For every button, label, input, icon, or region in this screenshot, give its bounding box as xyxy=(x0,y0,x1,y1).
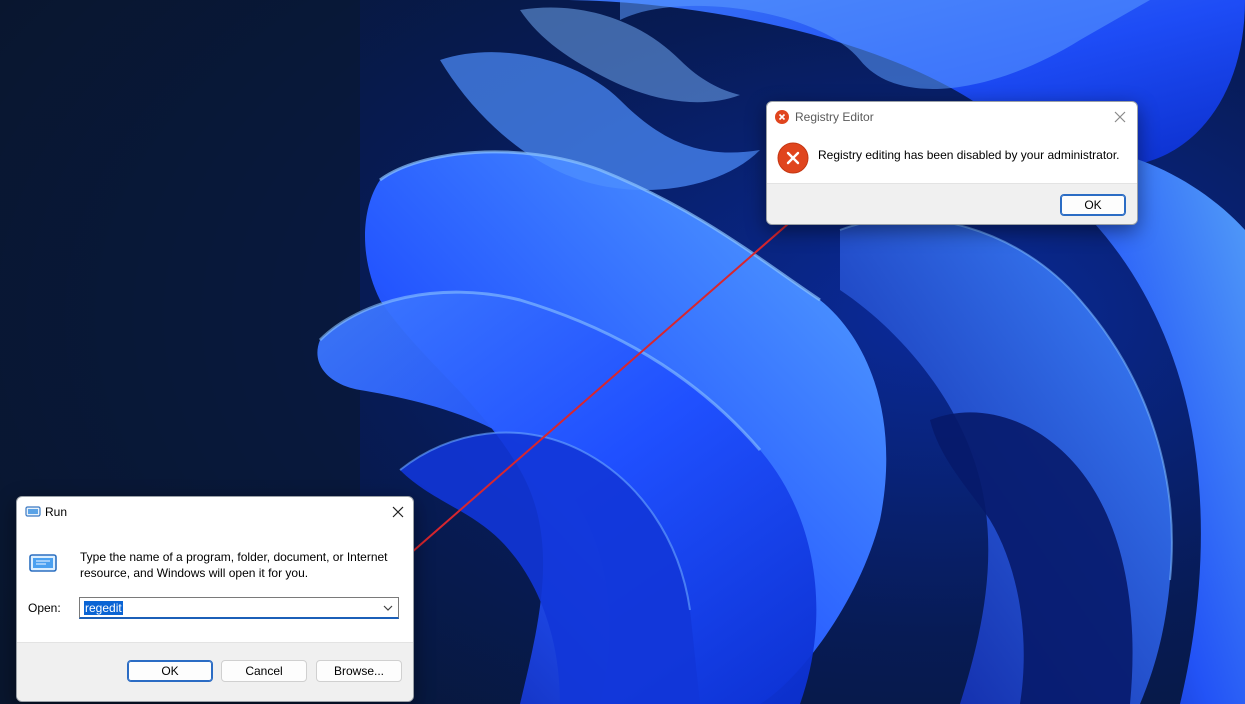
error-icon xyxy=(775,110,789,124)
open-input[interactable]: regedit xyxy=(79,597,399,619)
chevron-down-icon[interactable] xyxy=(380,600,396,616)
registry-title: Registry Editor xyxy=(795,110,874,124)
close-icon[interactable] xyxy=(1109,106,1131,128)
open-input-value: regedit xyxy=(84,601,123,615)
close-icon[interactable] xyxy=(387,501,409,523)
run-icon xyxy=(25,506,41,517)
run-titlebar[interactable]: Run xyxy=(17,497,413,527)
registry-titlebar[interactable]: Registry Editor xyxy=(767,102,1137,132)
open-label: Open: xyxy=(28,601,61,615)
registry-error-message: Registry editing has been disabled by yo… xyxy=(818,148,1120,162)
registry-editor-dialog: Registry Editor Registry editing has bee… xyxy=(766,101,1138,225)
error-icon xyxy=(777,142,809,174)
ok-button[interactable]: OK xyxy=(127,660,213,682)
run-description: Type the name of a program, folder, docu… xyxy=(80,550,388,580)
run-dialog: Run Type the name of a program, folder, … xyxy=(16,496,414,702)
run-program-icon xyxy=(29,554,57,572)
ok-button[interactable]: OK xyxy=(1060,194,1126,216)
browse-button[interactable]: Browse... xyxy=(316,660,402,682)
cancel-button[interactable]: Cancel xyxy=(221,660,307,682)
run-title: Run xyxy=(45,505,68,519)
